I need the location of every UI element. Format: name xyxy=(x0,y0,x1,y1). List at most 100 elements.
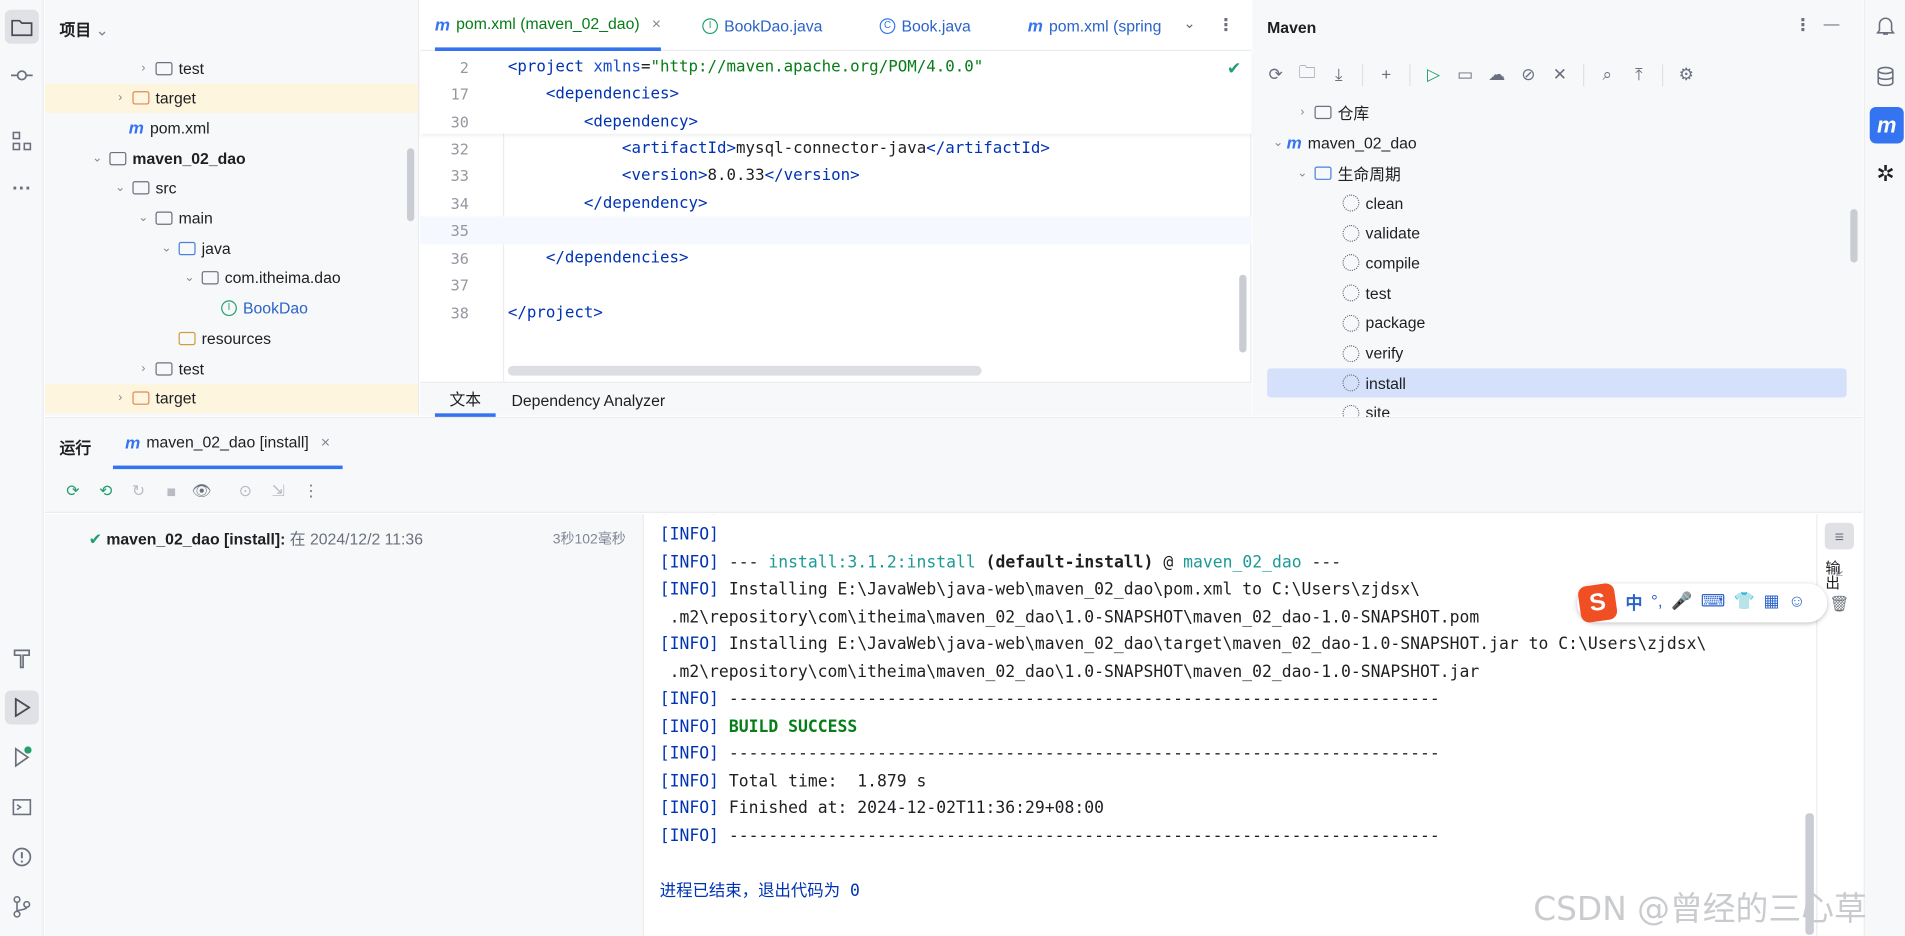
code-line[interactable]: 17 <dependencies> xyxy=(420,80,1251,107)
ai-assistant-icon[interactable]: ✲ xyxy=(1870,158,1902,190)
project-panel-title[interactable]: 项目 ⌄ xyxy=(60,17,109,40)
close-icon[interactable]: × xyxy=(321,433,330,451)
apps-grid-icon[interactable]: ▦ xyxy=(1764,591,1780,615)
tabs-more-icon[interactable]: ⋮ xyxy=(1217,15,1234,36)
structure-icon[interactable] xyxy=(5,124,39,158)
settings-icon[interactable]: ⚙ xyxy=(1673,61,1700,88)
keyboard-icon[interactable]: ⌨ xyxy=(1701,591,1726,615)
tree-item-bookdao[interactable]: I BookDao xyxy=(45,294,418,323)
plus-icon[interactable]: + xyxy=(1373,61,1400,88)
more-tools-icon[interactable]: ··· xyxy=(5,173,39,207)
chevron-right-icon[interactable]: › xyxy=(112,91,129,104)
stop-icon[interactable]: ■ xyxy=(158,478,185,505)
maven-scrollbar[interactable] xyxy=(1850,209,1858,263)
tree-item-src[interactable]: ⌄ src xyxy=(45,174,418,203)
tree-item-test[interactable]: › test xyxy=(45,354,418,383)
chevron-right-icon[interactable]: › xyxy=(135,362,152,375)
code-line[interactable]: 34 </dependency> xyxy=(420,190,1251,217)
chevron-down-icon[interactable]: ⌄ xyxy=(89,151,106,164)
editor-tab-1[interactable]: I BookDao.java xyxy=(702,0,822,51)
tree-item-com-itheima-dao[interactable]: ⌄ com.itheima.dao xyxy=(45,264,418,293)
soft-wrap-icon[interactable]: ≡ xyxy=(1824,522,1854,550)
show-deps-icon[interactable]: ⌕ xyxy=(1594,61,1621,88)
chevron-down-icon[interactable]: ⌄ xyxy=(112,181,129,194)
add-folder-icon[interactable]: 🗀 xyxy=(1294,61,1321,88)
code-line[interactable]: 2 <project xmlns="http://maven.apache.org… xyxy=(420,53,1251,80)
project-scrollbar[interactable] xyxy=(406,148,415,222)
export-icon[interactable]: ⇲ xyxy=(265,478,292,505)
chevron-down-icon[interactable]: ⌄ xyxy=(158,242,175,255)
minimize-icon[interactable]: — xyxy=(1824,15,1840,33)
maven-options-icon[interactable]: ⋮ xyxy=(1794,15,1811,36)
screenshot-icon[interactable]: ⊙ xyxy=(232,478,259,505)
problems-icon[interactable] xyxy=(5,840,39,874)
more-icon[interactable]: ⋮ xyxy=(298,478,325,505)
phase-clean[interactable]: clean xyxy=(1342,188,1403,217)
tree-item-java[interactable]: ⌄ java xyxy=(45,234,418,263)
run-icon[interactable]: ▷ xyxy=(1420,61,1447,88)
punctuation-icon[interactable]: °, xyxy=(1651,591,1663,615)
editor-tab-2[interactable]: C Book.java xyxy=(879,0,971,51)
rerun-failed-icon[interactable]: ⟲ xyxy=(92,478,119,505)
maven-module[interactable]: ⌄ m maven_02_dao xyxy=(1270,128,1417,157)
notifications-bell-icon[interactable] xyxy=(1870,10,1902,42)
collapse-icon[interactable]: ✕ xyxy=(1547,61,1574,88)
maven-lifecycle[interactable]: ⌄ 生命周期 xyxy=(1294,158,1401,187)
phase-package[interactable]: package xyxy=(1342,309,1425,338)
close-tab-icon[interactable]: × xyxy=(652,15,661,33)
download-icon[interactable]: ⤓ xyxy=(1325,61,1352,88)
chevron-right-icon[interactable]: › xyxy=(135,61,152,74)
run-icon[interactable] xyxy=(4,690,39,725)
chevron-down-icon[interactable]: ⌄ xyxy=(1294,166,1311,179)
chevron-right-icon[interactable]: › xyxy=(112,392,129,405)
editor-hscrollbar[interactable] xyxy=(507,365,982,376)
skip-tests-icon[interactable]: ⊘ xyxy=(1515,61,1542,88)
chevron-down-icon[interactable]: ⌄ xyxy=(181,272,198,285)
rerun-icon[interactable]: ⟳ xyxy=(60,478,87,505)
mascot-icon[interactable]: ☺ xyxy=(1788,591,1805,615)
chevron-down-icon[interactable]: ⌄ xyxy=(135,212,152,225)
text-tab[interactable]: 文本 xyxy=(434,383,496,417)
sogou-logo-icon[interactable]: S xyxy=(1577,582,1619,624)
code-line[interactable]: 38 </project> xyxy=(420,299,1251,326)
code-line[interactable]: 32 <artifactId>mysql-connector-java</art… xyxy=(420,135,1251,162)
git-icon[interactable] xyxy=(5,890,39,924)
dependency-analyzer-tab[interactable]: Dependency Analyzer xyxy=(511,383,665,417)
console-output[interactable]: [INFO] ---------------------------------… xyxy=(645,514,1817,936)
phase-validate[interactable]: validate xyxy=(1342,218,1420,247)
eye-icon[interactable]: 👁 xyxy=(188,478,215,505)
terminal-icon[interactable] xyxy=(5,790,39,824)
run-config-icon[interactable]: ▭ xyxy=(1452,61,1479,88)
code-line[interactable]: 37 xyxy=(420,271,1251,298)
project-folder-icon[interactable] xyxy=(4,9,39,44)
tree-item-main[interactable]: ⌄ main xyxy=(45,204,418,233)
ime-toolbar[interactable]: S 中 °, 🎤 ⌨ 👕 ▦ ☺ xyxy=(1576,582,1828,624)
chevron-down-icon[interactable]: ⌄ xyxy=(1270,136,1287,149)
editor-tab-0[interactable]: m pom.xml (maven_02_dao) × xyxy=(434,0,662,52)
code-line[interactable]: 36 </dependencies> xyxy=(420,244,1251,271)
chinese-mode-icon[interactable]: 中 xyxy=(1626,591,1643,615)
maven-repositories[interactable]: › 仓库 xyxy=(1294,97,1369,126)
code-line[interactable]: 30 <dependency> xyxy=(420,108,1251,135)
tree-item-resources[interactable]: resources xyxy=(45,324,418,353)
tree-item-test[interactable]: › test xyxy=(45,53,418,82)
run-tab[interactable]: m maven_02_dao [install] × xyxy=(112,418,343,470)
skin-icon[interactable]: 👕 xyxy=(1734,591,1755,615)
tree-item-target[interactable]: › target xyxy=(44,83,418,113)
run-item[interactable]: ✔ maven_02_dao [install]: 在 2024/12/2 11… xyxy=(89,526,423,549)
maven-tool-icon[interactable]: m xyxy=(1869,106,1904,144)
tree-item-maven-02-dao[interactable]: ⌄ maven_02_dao xyxy=(45,144,418,173)
tree-item-target[interactable]: › target xyxy=(44,383,418,413)
commit-icon[interactable] xyxy=(5,58,39,92)
database-icon[interactable] xyxy=(1870,61,1902,93)
expand-icon[interactable]: ⤒ xyxy=(1626,61,1653,88)
reload-icon[interactable]: ⟳ xyxy=(1262,61,1289,88)
services-icon[interactable] xyxy=(5,740,39,774)
scroll-to-end-icon[interactable]: ⤓ xyxy=(1825,557,1854,584)
restart-icon[interactable]: ↻ xyxy=(125,478,152,505)
tree-item-pom-xml[interactable]: m pom.xml xyxy=(45,114,418,143)
tabs-dropdown-icon[interactable]: ⌄ xyxy=(1183,15,1195,32)
phase-test[interactable]: test xyxy=(1342,278,1391,307)
chevron-right-icon[interactable]: › xyxy=(1294,105,1311,118)
offline-icon[interactable]: ☁ xyxy=(1483,61,1510,88)
